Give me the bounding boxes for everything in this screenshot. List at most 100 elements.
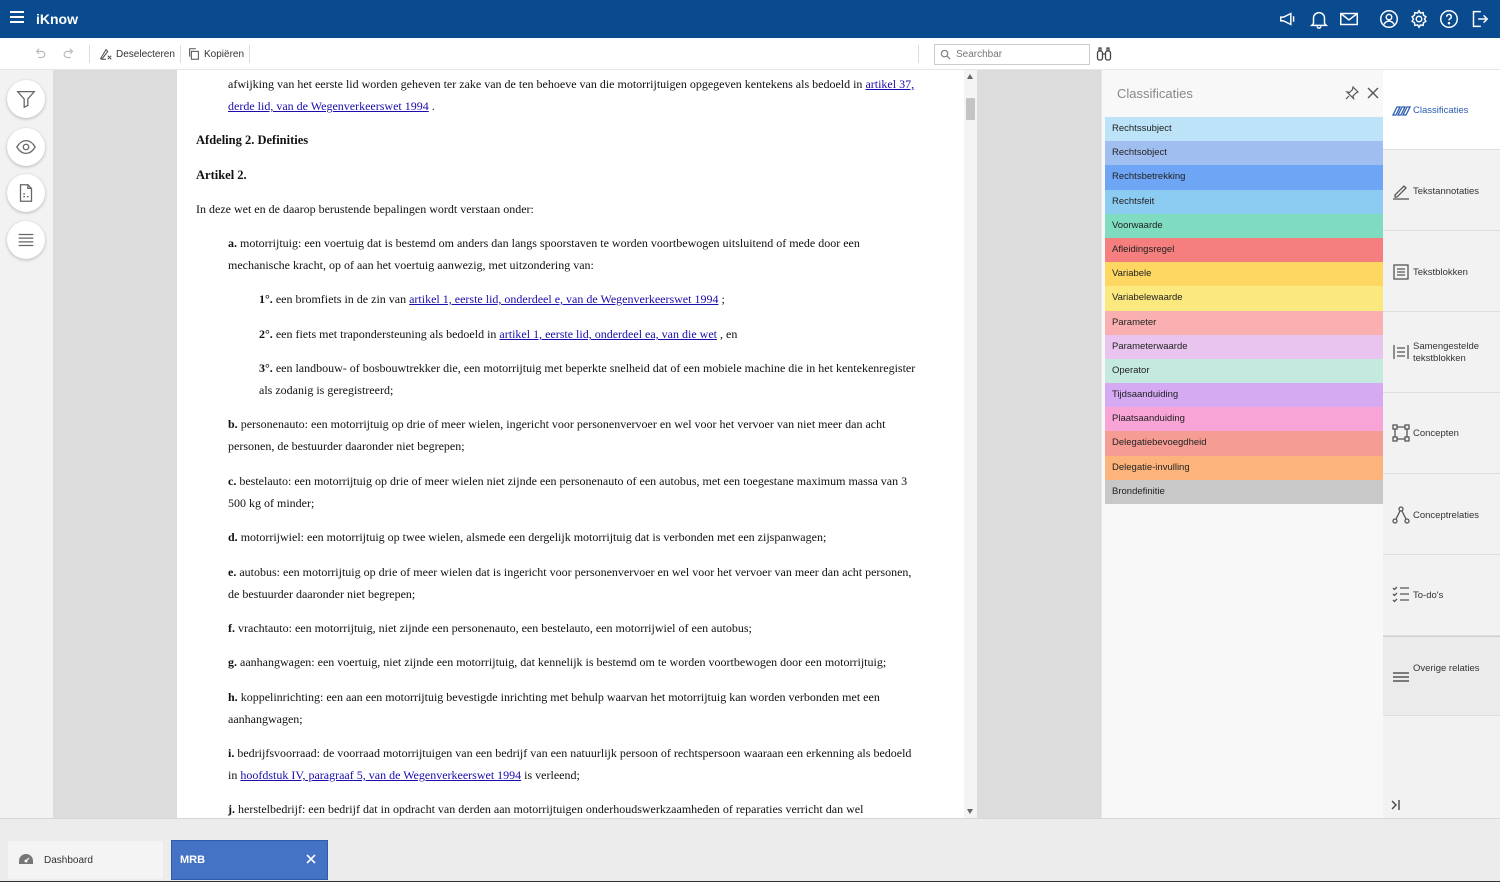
- sub-item-1: 1°. een bromfiets in de zin van artikel …: [259, 288, 725, 310]
- tab-samengestelde-tekstblokken[interactable]: Samengestelde tekstblokken: [1383, 313, 1500, 393]
- text: motorrijwiel: een motorrijtuig op twee w…: [237, 530, 827, 544]
- search-box: [934, 44, 1090, 65]
- definition-b: b. personenauto: een motorrijtuig op dri…: [228, 413, 948, 457]
- classification-item[interactable]: Variabele: [1105, 262, 1384, 287]
- tab-label: Conceptrelaties: [1413, 510, 1480, 521]
- definition-j: j. herstelbedrijf: een bedrijf dat in op…: [228, 798, 863, 818]
- item-letter: h.: [228, 690, 238, 704]
- tab-tekstblokken[interactable]: Tekstblokken: [1383, 232, 1500, 312]
- view-button[interactable]: [7, 128, 45, 166]
- text: een fiets met trapondersteuning als bedo…: [272, 327, 500, 341]
- classification-item[interactable]: Afleidingsregel: [1105, 237, 1384, 263]
- classification-item[interactable]: Plaatsaanduiding: [1105, 407, 1384, 432]
- law-link[interactable]: derde lid, van de Wegenverkeerswet 1994: [228, 99, 429, 113]
- menu-icon[interactable]: [10, 11, 24, 25]
- top-icons: [1274, 0, 1500, 38]
- document-scrollbar[interactable]: [964, 70, 977, 818]
- paragraph: In deze wet en de daarop berustende bepa…: [196, 202, 534, 216]
- filter-icon: [16, 91, 36, 109]
- classification-item[interactable]: Delegatiebevoegdheid: [1105, 431, 1384, 456]
- tab-concepten[interactable]: Concepten: [1383, 394, 1500, 474]
- concept-icon: [1392, 424, 1410, 442]
- toolbar-divider: [180, 45, 181, 63]
- list-icon: [18, 233, 34, 247]
- user-icon[interactable]: [1374, 0, 1404, 38]
- classification-item[interactable]: Rechtssubject: [1105, 117, 1384, 142]
- item-letter: f.: [228, 621, 235, 635]
- document-button[interactable]: [7, 174, 45, 212]
- help-icon[interactable]: [1434, 0, 1464, 38]
- right-tab-bar: Classificaties Tekstannotaties Tekstblok…: [1383, 70, 1500, 818]
- classification-item[interactable]: Parameterwaarde: [1105, 334, 1384, 359]
- binoculars-icon[interactable]: [1096, 46, 1112, 62]
- collapse-panel-icon[interactable]: [1389, 798, 1403, 812]
- item-letter: g.: [228, 655, 237, 669]
- announcement-icon[interactable]: [1274, 0, 1304, 38]
- gear-icon[interactable]: [1404, 0, 1434, 38]
- text: 500 kg of minder;: [228, 496, 315, 510]
- filter-button[interactable]: [7, 80, 45, 118]
- law-link[interactable]: artikel 37,: [865, 77, 914, 91]
- classification-item[interactable]: Tijdsaanduiding: [1105, 383, 1384, 408]
- copy-button[interactable]: Kopiëren: [187, 45, 244, 63]
- classification-item[interactable]: Rechtsbetrekking: [1105, 165, 1384, 190]
- bell-icon[interactable]: [1304, 0, 1334, 38]
- panel-title: Classificaties: [1117, 86, 1193, 101]
- search-icon: [940, 49, 951, 60]
- scroll-thumb[interactable]: [966, 98, 975, 120]
- definition-h: h. koppelinrichting: een aan een motorri…: [228, 686, 948, 730]
- classification-item[interactable]: Rechtsfeit: [1105, 189, 1384, 214]
- classification-item[interactable]: Rechtsobject: [1105, 141, 1384, 166]
- law-link[interactable]: artikel 1, eerste lid, onderdeel ea, van…: [499, 327, 717, 341]
- pencil-icon: [1393, 185, 1409, 200]
- law-link[interactable]: hoofdstuk IV, paragraaf 5, van de Wegenv…: [240, 768, 521, 782]
- scroll-up-arrow[interactable]: [967, 74, 973, 79]
- tab-label: Samengestelde tekstblokken: [1413, 341, 1480, 364]
- composite-block-icon: [1393, 345, 1409, 359]
- deselect-icon: [99, 48, 112, 60]
- tab-classificaties[interactable]: Classificaties: [1383, 70, 1500, 150]
- classification-item[interactable]: Brondefinitie: [1105, 479, 1384, 504]
- close-tab-icon[interactable]: [305, 853, 317, 865]
- definition-i: i. bedrijfsvoorraad: de voorraad motorri…: [228, 742, 953, 786]
- classification-item[interactable]: Variabelewaarde: [1105, 286, 1384, 311]
- redo-button[interactable]: [62, 45, 79, 63]
- text: een bromfiets in de zin van: [272, 292, 410, 306]
- definition-g: g. aanhangwagen: een voertuig, niet zijn…: [228, 651, 886, 673]
- text: motorrijtuig: een voertuig dat is bestem…: [237, 236, 860, 250]
- mail-icon[interactable]: [1334, 0, 1364, 38]
- logout-icon[interactable]: [1464, 0, 1494, 38]
- tab-label: Tekstannotaties: [1413, 186, 1480, 197]
- pin-icon[interactable]: [1345, 86, 1359, 100]
- search-input[interactable]: [956, 49, 1086, 60]
- bottom-tab-bar: Dashboard MRB: [0, 818, 1500, 882]
- law-link[interactable]: artikel 1, eerste lid, onderdeel e, van …: [409, 292, 718, 306]
- text: als zodanig is geregistreerd;: [259, 383, 394, 397]
- classification-item[interactable]: Delegatie-invulling: [1105, 455, 1384, 480]
- menu-lines-icon: [1393, 672, 1409, 682]
- item-letter: b.: [228, 417, 238, 431]
- tab-conceptrelaties[interactable]: Conceptrelaties: [1383, 475, 1500, 555]
- sub-item-2: 2°. een fiets met trapondersteuning als …: [259, 323, 737, 345]
- close-icon[interactable]: [1366, 86, 1380, 100]
- classification-item[interactable]: Operator: [1105, 358, 1384, 384]
- tab-label: Tekstblokken: [1413, 267, 1468, 278]
- tab-label: To-do's: [1413, 590, 1444, 601]
- section-heading: Afdeling 2. Definities: [196, 133, 309, 147]
- relation-icon: [1392, 506, 1410, 524]
- tab-tekstannotaties[interactable]: Tekstannotaties: [1383, 151, 1500, 231]
- deselect-button[interactable]: Deselecteren: [99, 45, 175, 63]
- tab-todos[interactable]: To-do's: [1383, 556, 1500, 636]
- classification-item[interactable]: Parameter: [1105, 310, 1384, 335]
- tab-mrb[interactable]: MRB: [171, 840, 328, 880]
- text: autobus: een motorrijtuig op drie of mee…: [236, 565, 912, 579]
- toolbar-divider: [918, 45, 919, 63]
- scroll-down-arrow[interactable]: [967, 809, 973, 814]
- classification-item[interactable]: Voorwaarde: [1105, 213, 1384, 238]
- deselect-label: Deselecteren: [116, 48, 175, 60]
- list-button[interactable]: [7, 221, 45, 259]
- tab-overige-relaties[interactable]: Overige relaties: [1383, 636, 1500, 716]
- tab-dashboard[interactable]: Dashboard: [8, 841, 163, 879]
- undo-button[interactable]: [33, 45, 50, 63]
- definition-a: a. motorrijtuig: een voertuig dat is bes…: [228, 232, 948, 276]
